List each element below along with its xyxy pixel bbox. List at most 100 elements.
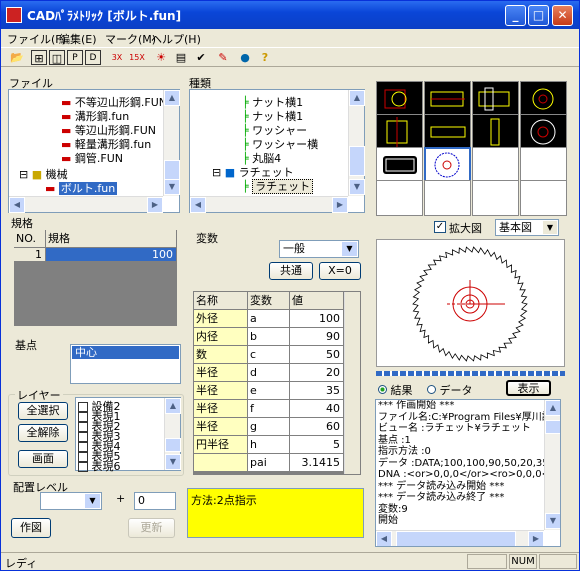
layer-item[interactable]: 表現6 <box>78 458 121 474</box>
clear-all-button[interactable]: 全解除 <box>18 424 68 442</box>
tree-item-selected[interactable]: ▬ ボルト.fun <box>45 180 118 196</box>
var-value-cell[interactable]: 35 <box>290 382 344 400</box>
table-icon[interactable]: ▤ <box>173 50 189 65</box>
split-v-icon[interactable]: ◫ <box>49 50 65 65</box>
maximize-button[interactable]: □ <box>528 5 549 26</box>
thumbnail-10-selected[interactable] <box>424 147 471 183</box>
scroll-left-arrow[interactable]: ◀ <box>190 197 206 213</box>
thumbnail-8[interactable] <box>520 114 567 150</box>
var-value-cell[interactable]: 3.1415 <box>290 454 344 472</box>
variables-grid[interactable]: 名称 変数 値 外径 a 100 内径 b 90 数 c 50 半径 d 20 半径 e 35 半径 f 40 半径… <box>193 291 361 475</box>
file-tree-vscroll[interactable]: ▲ ▼ <box>163 90 180 196</box>
select-all-button[interactable]: 全選択 <box>18 402 68 420</box>
placement-combo[interactable]: ▼ <box>40 492 102 510</box>
layer-vscroll[interactable]: ▲ ▼ <box>164 398 181 470</box>
tree-item-selected[interactable]: ╞ ラチェット <box>242 178 314 194</box>
log-hscroll[interactable]: ◀ ▶ <box>376 530 544 546</box>
scroll-thumb[interactable] <box>165 438 181 452</box>
minimize-button[interactable]: _ <box>505 5 526 26</box>
menu-file[interactable]: ファイル(F) <box>7 31 66 47</box>
common-button[interactable]: 共通 <box>269 262 313 280</box>
sun-icon[interactable]: ☀ <box>153 50 169 65</box>
var-value-cell[interactable]: 60 <box>290 418 344 436</box>
grid-icon[interactable]: ⊞ <box>31 50 47 65</box>
chevron-down-icon[interactable]: ▼ <box>85 494 100 508</box>
spec-grid[interactable]: NO. 規格 1 100 <box>14 230 177 326</box>
check-icon[interactable]: ✔ <box>193 50 209 65</box>
scroll-up-arrow[interactable]: ▲ <box>164 90 180 106</box>
output-log[interactable]: *** 作画開始 *** ファイル名:C:¥Program Files¥厚川設 ビュ… <box>375 399 561 547</box>
scroll-thumb[interactable] <box>164 160 180 180</box>
thumbnail-1[interactable] <box>376 81 423 117</box>
preview-canvas[interactable] <box>376 239 565 367</box>
view-combo[interactable]: 基本図 ▼ <box>495 219 559 236</box>
scroll-thumb[interactable] <box>545 420 560 434</box>
scroll-right-arrow[interactable]: ▶ <box>528 531 544 546</box>
x0-button[interactable]: X=0 <box>319 262 361 280</box>
scroll-down-arrow[interactable]: ▼ <box>349 179 365 195</box>
open-icon[interactable]: 📂 <box>9 50 25 65</box>
menu-help[interactable]: ヘルプ(H) <box>151 31 201 47</box>
radio-result[interactable]: 結果 <box>378 382 413 398</box>
thumbnail-2[interactable] <box>424 81 471 117</box>
draw-button[interactable]: 作図 <box>11 518 51 538</box>
var-value-cell[interactable]: 50 <box>290 346 344 364</box>
var-value-cell[interactable]: 90 <box>290 328 344 346</box>
file-tree[interactable]: ▬ 不等辺山形鋼.FUN ▬ 溝形鋼.fun ▬ 等辺山形鋼.FUN ▬ 軽量溝… <box>8 89 180 213</box>
layer-list[interactable]: 設備2 表現1 表現2 表現3 表現4 表現5 表現6 ▲ ▼ <box>75 397 181 474</box>
thumbnail-6[interactable] <box>424 114 471 150</box>
type-tree[interactable]: ╞ ナット横1 ╞ ナット横1 ╞ ワッシャー ╞ ワッシャー横 ╞ 丸脳4 ⊟… <box>189 89 365 213</box>
file-tree-hscroll[interactable]: ◀ ▶ <box>9 196 163 213</box>
type-tree-hscroll[interactable]: ◀ ▶ <box>190 196 348 213</box>
thumbnail-3[interactable] <box>472 81 519 117</box>
spec-row-value[interactable]: 100 <box>46 248 177 262</box>
toolbar: 📂 ⊞ ◫ P D 3X 15X ☀ ▤ ✔ ✎ ● ? <box>1 47 579 67</box>
var-value-cell[interactable]: 100 <box>290 310 344 328</box>
log-vscroll[interactable]: ▲ ▼ <box>544 400 560 530</box>
scroll-right-arrow[interactable]: ▶ <box>332 197 348 213</box>
update-button[interactable]: 更新 <box>128 518 175 538</box>
scroll-up-arrow[interactable]: ▲ <box>165 398 181 414</box>
log-line: 指示方法 :0 <box>378 446 431 457</box>
radio-data[interactable]: データ <box>427 382 473 398</box>
var-value-cell[interactable]: 40 <box>290 400 344 418</box>
15x-icon[interactable]: 15X <box>129 50 145 65</box>
base-point-list[interactable]: 中心 <box>70 344 181 384</box>
p-icon[interactable]: P <box>67 50 83 65</box>
display-button[interactable]: 表示 <box>506 380 551 396</box>
menu-mark[interactable]: マーク(M) <box>105 31 156 47</box>
thumbnail-7[interactable] <box>472 114 519 150</box>
3x-icon[interactable]: 3X <box>109 50 125 65</box>
close-button[interactable]: ✕ <box>552 5 573 26</box>
globe-icon[interactable]: ● <box>237 50 253 65</box>
variables-vscroll[interactable] <box>344 292 360 474</box>
pencil-icon[interactable]: ✎ <box>215 50 231 65</box>
scroll-up-arrow[interactable]: ▲ <box>349 90 365 106</box>
type-tree-vscroll[interactable]: ▲ ▼ <box>348 90 365 196</box>
scroll-down-arrow[interactable]: ▼ <box>545 513 560 529</box>
scroll-down-arrow[interactable]: ▼ <box>165 454 181 470</box>
base-point-selected[interactable]: 中心 <box>72 346 179 359</box>
var-value-cell[interactable]: 5 <box>290 436 344 454</box>
help-icon[interactable]: ? <box>257 50 273 65</box>
variable-category-combo[interactable]: 一般 ▼ <box>279 240 359 258</box>
menu-edit[interactable]: 編集(E) <box>59 31 97 47</box>
scroll-thumb[interactable] <box>349 146 365 176</box>
chevron-down-icon[interactable]: ▼ <box>543 221 557 234</box>
var-value-cell[interactable]: 20 <box>290 364 344 382</box>
placement-offset-input[interactable]: 0 <box>134 492 176 510</box>
chevron-down-icon[interactable]: ▼ <box>342 242 357 256</box>
scroll-up-arrow[interactable]: ▲ <box>545 400 560 416</box>
enlarge-checkbox[interactable]: ✓ <box>434 221 446 233</box>
scroll-right-arrow[interactable]: ▶ <box>147 197 163 213</box>
scroll-left-arrow[interactable]: ◀ <box>9 197 25 213</box>
thumbnail-4[interactable] <box>520 81 567 117</box>
thumbnail-9[interactable] <box>376 147 423 183</box>
scroll-thumb[interactable] <box>396 531 516 546</box>
tree-item[interactable]: ▬ 鋼管.FUN <box>61 150 123 166</box>
d-icon[interactable]: D <box>85 50 101 65</box>
scroll-left-arrow[interactable]: ◀ <box>376 531 392 546</box>
screen-button[interactable]: 画面 <box>18 450 68 468</box>
thumbnail-5[interactable] <box>376 114 423 150</box>
scroll-down-arrow[interactable]: ▼ <box>164 179 180 195</box>
